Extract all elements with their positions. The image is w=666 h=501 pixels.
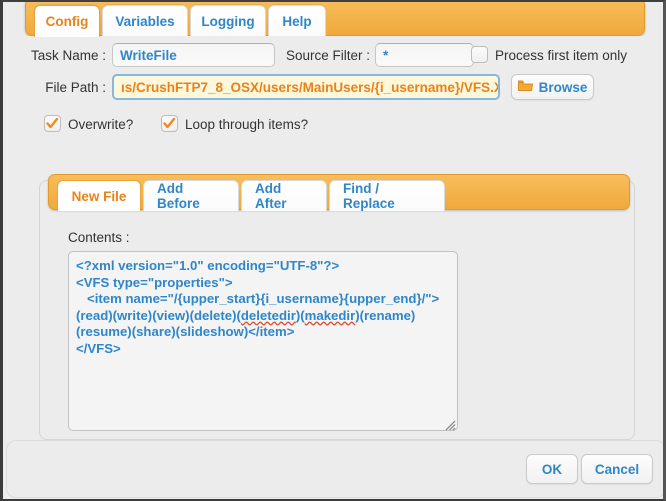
ok-button[interactable]: OK (526, 454, 578, 484)
file-action-tabbar: New File Add Before Add After Find / Rep… (48, 174, 630, 211)
file-path-value: ıs/CrushFTP7_8_OSX/users/MainUsers/{i_us… (121, 79, 500, 95)
contents-textarea[interactable]: <?xml version="1.0" encoding="UTF-8"?> <… (68, 251, 458, 431)
loop-through-items-label: Loop through items? (185, 117, 309, 132)
tab-find-replace[interactable]: Find / Replace (329, 180, 445, 211)
tab-add-before-label: Add Before (157, 181, 200, 211)
code-text: <item name="/{upper_start}{i_username}{u… (76, 291, 440, 306)
process-first-item-checkbox[interactable] (471, 46, 488, 63)
tab-logging[interactable]: Logging (190, 5, 266, 37)
file-path-label: File Path : (45, 80, 106, 95)
overwrite-label: Overwrite? (68, 117, 134, 132)
process-first-item-label: Process first item only (495, 48, 628, 63)
folder-icon (517, 80, 533, 95)
tab-new-file-label: New File (71, 188, 127, 204)
code-text: (resume)(share)(slideshow)</item> (76, 324, 295, 339)
tab-find-replace-label: Find / Replace (343, 181, 395, 211)
code-text: )( (295, 307, 305, 323)
tab-variables-label: Variables (115, 14, 175, 29)
cancel-button[interactable]: Cancel (581, 454, 653, 484)
ok-button-label: OK (541, 461, 563, 477)
file-path-input[interactable]: ıs/CrushFTP7_8_OSX/users/MainUsers/{i_us… (112, 74, 500, 100)
tab-logging-label: Logging (201, 14, 255, 29)
tab-add-after[interactable]: Add After (241, 180, 327, 211)
browse-button-label: Browse (538, 79, 588, 95)
cancel-button-label: Cancel (594, 461, 640, 477)
code-text: </VFS> (76, 340, 121, 356)
browse-button[interactable]: Browse (511, 74, 594, 100)
overwrite-checkbox[interactable] (44, 115, 61, 132)
code-text: )(rename) (355, 307, 416, 323)
tab-add-after-label: Add After (255, 181, 287, 211)
tab-config-label: Config (45, 14, 89, 29)
tab-help[interactable]: Help (268, 5, 326, 37)
source-filter-input[interactable]: * (375, 43, 474, 67)
task-name-input[interactable]: WriteFile (112, 43, 275, 67)
misspelled-word: makedir (304, 307, 356, 323)
tab-config[interactable]: Config (34, 5, 100, 37)
contents-label: Contents : (68, 230, 130, 245)
loop-through-items-checkbox[interactable] (161, 115, 178, 132)
main-tabbar: Config Variables Logging Help (25, 2, 645, 37)
code-text: <?xml version="1.0" encoding="UTF-8"?> (76, 258, 340, 273)
task-name-label: Task Name : (30, 48, 106, 63)
tab-new-file[interactable]: New File (57, 180, 141, 211)
tab-variables[interactable]: Variables (102, 5, 188, 37)
tab-add-before[interactable]: Add Before (143, 180, 239, 211)
source-filter-label: Source Filter : (286, 48, 371, 63)
code-text: <VFS type="properties"> (76, 274, 233, 290)
task-dialog-window: Config Variables Logging Help Task Name … (0, 0, 666, 501)
textarea-resize-handle[interactable] (444, 419, 456, 431)
file-action-groupbox: New File Add Before Add After Find / Rep… (39, 174, 635, 440)
tab-help-label: Help (282, 14, 312, 29)
dialog-footer: OK Cancel (6, 440, 663, 498)
config-panel: Task Name : WriteFile Source Filter : * … (6, 36, 663, 440)
misspelled-word: deletedir (240, 307, 296, 323)
code-text: (read)(write)(view)(delete)( (76, 307, 241, 323)
